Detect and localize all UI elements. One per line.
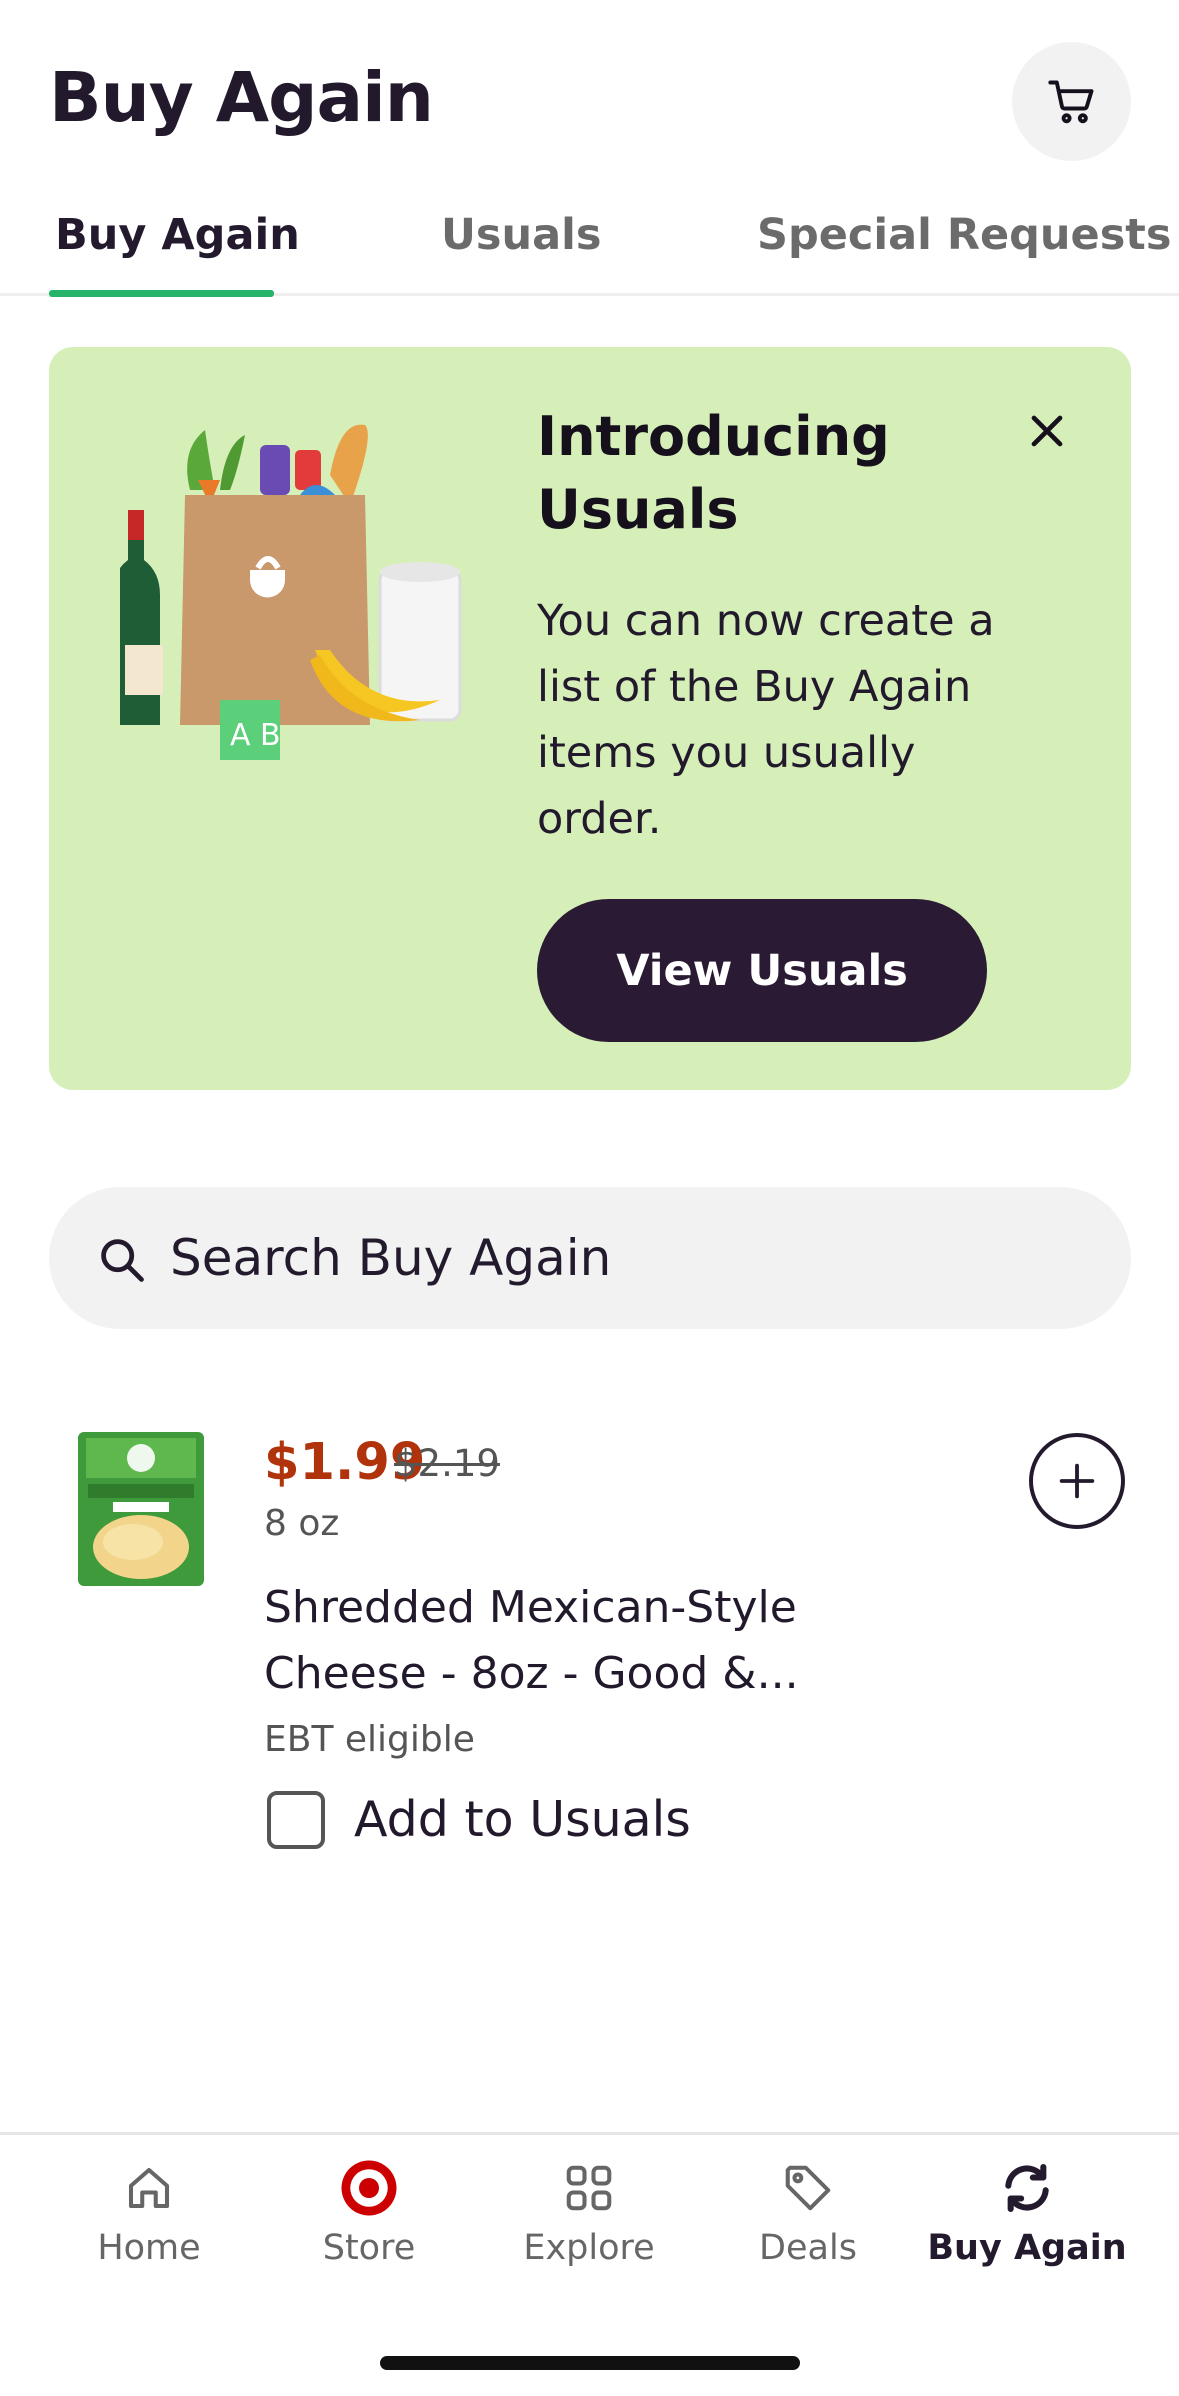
nav-store-label: Store xyxy=(322,2228,416,2268)
product-size: 8 oz xyxy=(264,1503,340,1544)
active-tab-indicator xyxy=(49,290,274,297)
tab-special-requests[interactable]: Special Requests xyxy=(757,210,1171,260)
tab-buy-again[interactable]: Buy Again xyxy=(55,210,300,260)
grocery-bag-illustration: A B xyxy=(120,424,462,760)
nav-deals[interactable]: Deals xyxy=(708,2158,908,2278)
nav-deals-label: Deals xyxy=(759,2228,857,2268)
ebt-badge: EBT eligible xyxy=(264,1719,475,1760)
nav-home-label: Home xyxy=(97,2228,201,2268)
cart-button[interactable] xyxy=(1012,42,1131,161)
promo-body: You can now create a list of the Buy Aga… xyxy=(537,596,995,844)
add-to-usuals-label[interactable]: Add to Usuals xyxy=(354,1791,691,1848)
product-image xyxy=(78,1432,204,1586)
bottom-nav-divider xyxy=(0,2132,1179,2135)
plus-icon xyxy=(1059,1463,1095,1499)
add-to-usuals-checkbox[interactable] xyxy=(267,1791,325,1849)
add-to-cart-button[interactable] xyxy=(1029,1433,1125,1529)
tab-usuals[interactable]: Usuals xyxy=(441,210,601,260)
nav-explore[interactable]: Explore xyxy=(489,2158,689,2278)
nav-buy-again-label: Buy Again xyxy=(927,2228,1127,2268)
grid-icon xyxy=(566,2165,612,2211)
search-input[interactable] xyxy=(170,1226,1070,1290)
product-name[interactable]: Shredded Mexican-Style Cheese - 8oz - Go… xyxy=(264,1575,884,1707)
tag-icon xyxy=(785,2165,831,2211)
nav-store[interactable]: Store xyxy=(269,2158,469,2278)
home-icon xyxy=(128,2167,170,2209)
nav-home[interactable]: Home xyxy=(49,2158,249,2278)
view-usuals-button[interactable]: View Usuals xyxy=(537,899,987,1042)
product-original-price: $2.19 xyxy=(394,1442,500,1485)
nav-explore-label: Explore xyxy=(523,2228,655,2268)
home-indicator xyxy=(380,2356,800,2370)
svg-text:A B: A B xyxy=(230,718,281,753)
target-store-icon xyxy=(341,2160,397,2216)
refresh-icon xyxy=(1005,2163,1049,2213)
nav-buy-again[interactable]: Buy Again xyxy=(927,2158,1127,2278)
search-icon xyxy=(101,1239,144,1282)
page-title: Buy Again xyxy=(49,58,434,138)
close-icon xyxy=(1031,415,1063,447)
promo-title: Introducing Usuals xyxy=(537,405,890,541)
promo-close-button[interactable] xyxy=(1021,405,1073,457)
cart-icon xyxy=(1047,80,1093,123)
